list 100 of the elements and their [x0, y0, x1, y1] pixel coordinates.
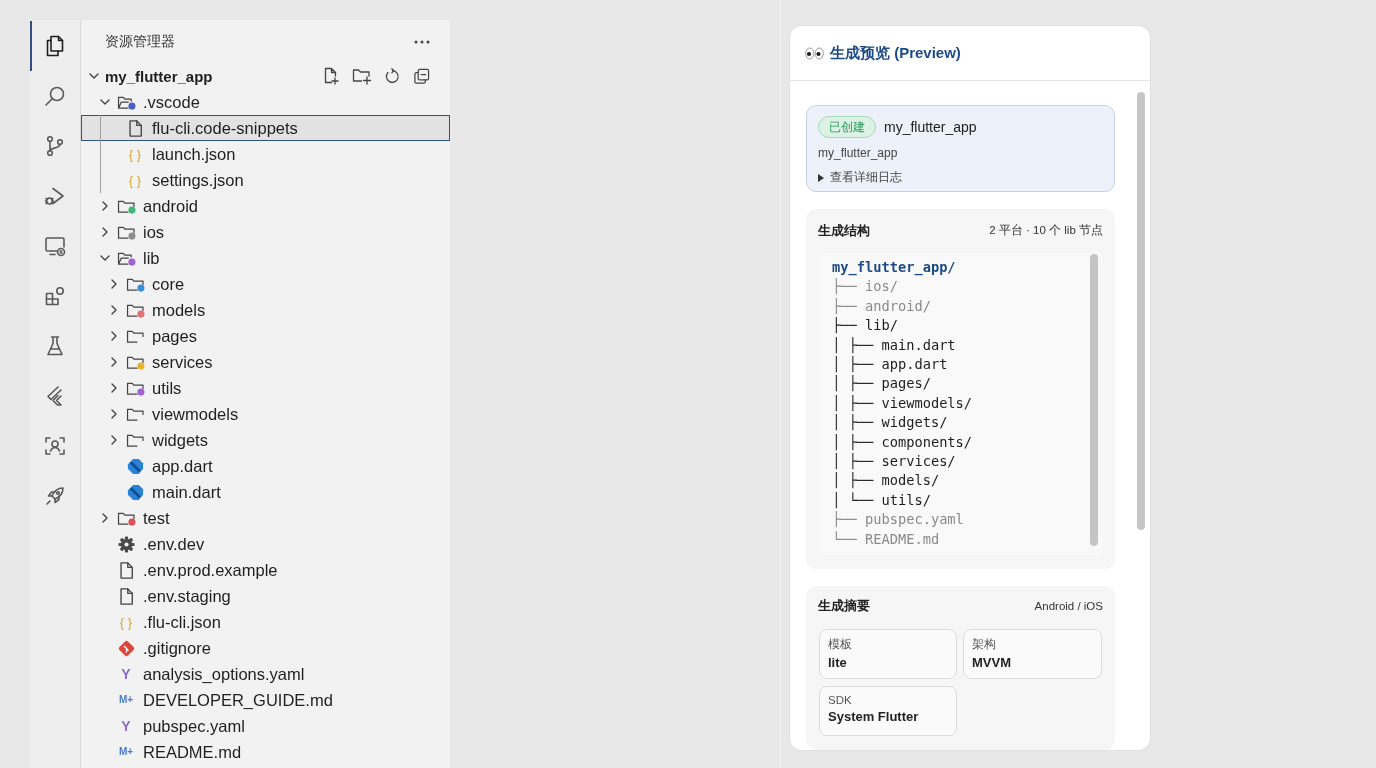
tree-item[interactable]: my_flutter_app [81, 63, 450, 89]
code-line: ├── ios/ [832, 277, 899, 297]
code-line: │ ├── viewmodels/ [832, 393, 974, 414]
tree-item[interactable]: app.dart [81, 453, 450, 479]
tree-item[interactable]: .gitignore [81, 635, 450, 661]
tree-item[interactable]: { } settings.json [81, 167, 450, 193]
structure-meta: 2 平台 · 10 个 lib 节点 [989, 223, 1103, 239]
folder-icon [125, 328, 145, 344]
code-line: │ ├── services/ [832, 451, 957, 472]
chevron-down-icon[interactable] [100, 99, 110, 105]
code-line: │ ├── widgets/ [832, 413, 949, 433]
tree-item[interactable]: android [81, 193, 450, 219]
tree-item[interactable]: lib [81, 245, 450, 271]
file-icon [119, 587, 133, 605]
tree-item[interactable]: M+ DEVELOPER_GUIDE.md [81, 687, 450, 713]
tree-item[interactable]: services [81, 349, 450, 375]
project-name: my_flutter_app [884, 119, 977, 135]
new-folder-icon[interactable] [352, 67, 372, 85]
rocket-icon [43, 484, 67, 508]
tile-value: lite [828, 655, 847, 670]
tile-label: 模板 [828, 637, 852, 652]
tree-item[interactable]: widgets [81, 427, 450, 453]
eyes-icon [805, 46, 824, 60]
tree-item[interactable]: pages [81, 323, 450, 349]
search-icon [43, 84, 67, 108]
panel-title: 资源管理器 [105, 32, 176, 51]
section-title: 生成结构 [818, 221, 870, 240]
status-badge: 已创建 [818, 116, 876, 138]
tree-item[interactable]: viewmodels [81, 401, 450, 427]
code-line: │ └── utils/ [832, 490, 932, 511]
folder-icon [125, 406, 145, 422]
monitor-icon [43, 234, 67, 258]
chevron-right-icon[interactable] [111, 305, 117, 315]
file-icon [128, 119, 142, 137]
chevron-right-icon[interactable] [102, 227, 108, 237]
tile-label: SDK [828, 694, 852, 706]
tree-item[interactable]: Y analysis_options.yaml [81, 661, 450, 687]
code-line: ├── lib/ [832, 316, 899, 336]
yaml-icon: Y [121, 719, 131, 733]
platforms-text: Android / iOS [1034, 600, 1103, 612]
chevron-right-icon[interactable] [111, 357, 117, 367]
blocks-icon [43, 284, 67, 308]
more-icon[interactable] [414, 39, 430, 44]
collapse-all-icon[interactable] [413, 67, 430, 85]
tree-item[interactable]: M+ README.md [81, 739, 450, 765]
tree-item[interactable]: models [81, 297, 450, 323]
code-line: │ ├── models/ [832, 471, 941, 491]
tree-item[interactable]: { } launch.json [81, 141, 450, 167]
code-line: └── README.md [832, 529, 941, 549]
chevron-right-icon[interactable] [111, 409, 117, 419]
tree-item[interactable]: .env.dev [81, 531, 450, 557]
code-line: │ ├── app.dart [832, 354, 949, 375]
tile-label: 架构 [972, 637, 996, 652]
dart-file-icon [126, 457, 144, 475]
file-icon [119, 561, 133, 579]
scrollbar-thumb[interactable] [1090, 253, 1098, 546]
tile-value: System Flutter [828, 709, 919, 724]
markdown-icon: M+ [118, 695, 134, 705]
markdown-icon: M+ [118, 747, 134, 757]
code-line: my_flutter_app/ [832, 257, 957, 278]
panel-title: 生成预览 (Preview) [830, 43, 961, 63]
code-line: ├── pubspec.yaml [832, 510, 965, 530]
tree-item[interactable]: main.dart [81, 479, 450, 505]
tree-item[interactable]: .env.prod.example [81, 557, 450, 583]
tree-item[interactable]: flu-cli.code-snippets [81, 115, 450, 141]
tree-item[interactable]: Y pubspec.yaml [81, 713, 450, 739]
project-path: my_flutter_app [818, 146, 898, 160]
refresh-icon[interactable] [384, 67, 401, 85]
folder-icon [125, 432, 145, 448]
tree-item[interactable]: { } .flu-cli.json [81, 609, 450, 635]
code-line: │ ├── pages/ [832, 374, 932, 394]
yaml-icon: Y [121, 667, 131, 681]
chevron-right-icon[interactable] [111, 331, 117, 341]
code-line: │ ├── main.dart [832, 335, 957, 355]
tree-item[interactable]: ios [81, 219, 450, 245]
dart-file-icon [126, 483, 144, 501]
new-file-icon[interactable] [322, 67, 340, 85]
chevron-right-icon[interactable] [102, 513, 108, 523]
section-title: 生成摘要 [818, 597, 870, 615]
chevron-right-icon[interactable] [111, 279, 117, 289]
chevron-right-icon[interactable] [111, 435, 117, 445]
scrollbar-thumb[interactable] [1137, 92, 1145, 530]
chevron-right-icon[interactable] [102, 201, 108, 211]
tree-item[interactable]: .vscode [81, 89, 450, 115]
tree-item[interactable]: utils [81, 375, 450, 401]
tree-item[interactable]: test [81, 505, 450, 531]
tree-item[interactable]: core [81, 271, 450, 297]
tile-value: MVVM [972, 655, 1011, 670]
chevron-down-icon[interactable] [100, 255, 110, 261]
braces-icon: { } [128, 173, 142, 187]
code-line: ├── android/ [832, 296, 932, 317]
chevron-right-icon[interactable] [111, 383, 117, 393]
braces-icon: { } [128, 147, 142, 161]
code-line: │ ├── components/ [832, 432, 974, 452]
scan-person-icon [43, 434, 67, 458]
braces-icon: { } [119, 615, 133, 629]
gear-icon [117, 535, 135, 553]
log-toggle[interactable]: 查看详细日志 [818, 169, 902, 186]
tree-item[interactable]: .env.staging [81, 583, 450, 609]
chevron-down-icon[interactable] [89, 73, 99, 79]
